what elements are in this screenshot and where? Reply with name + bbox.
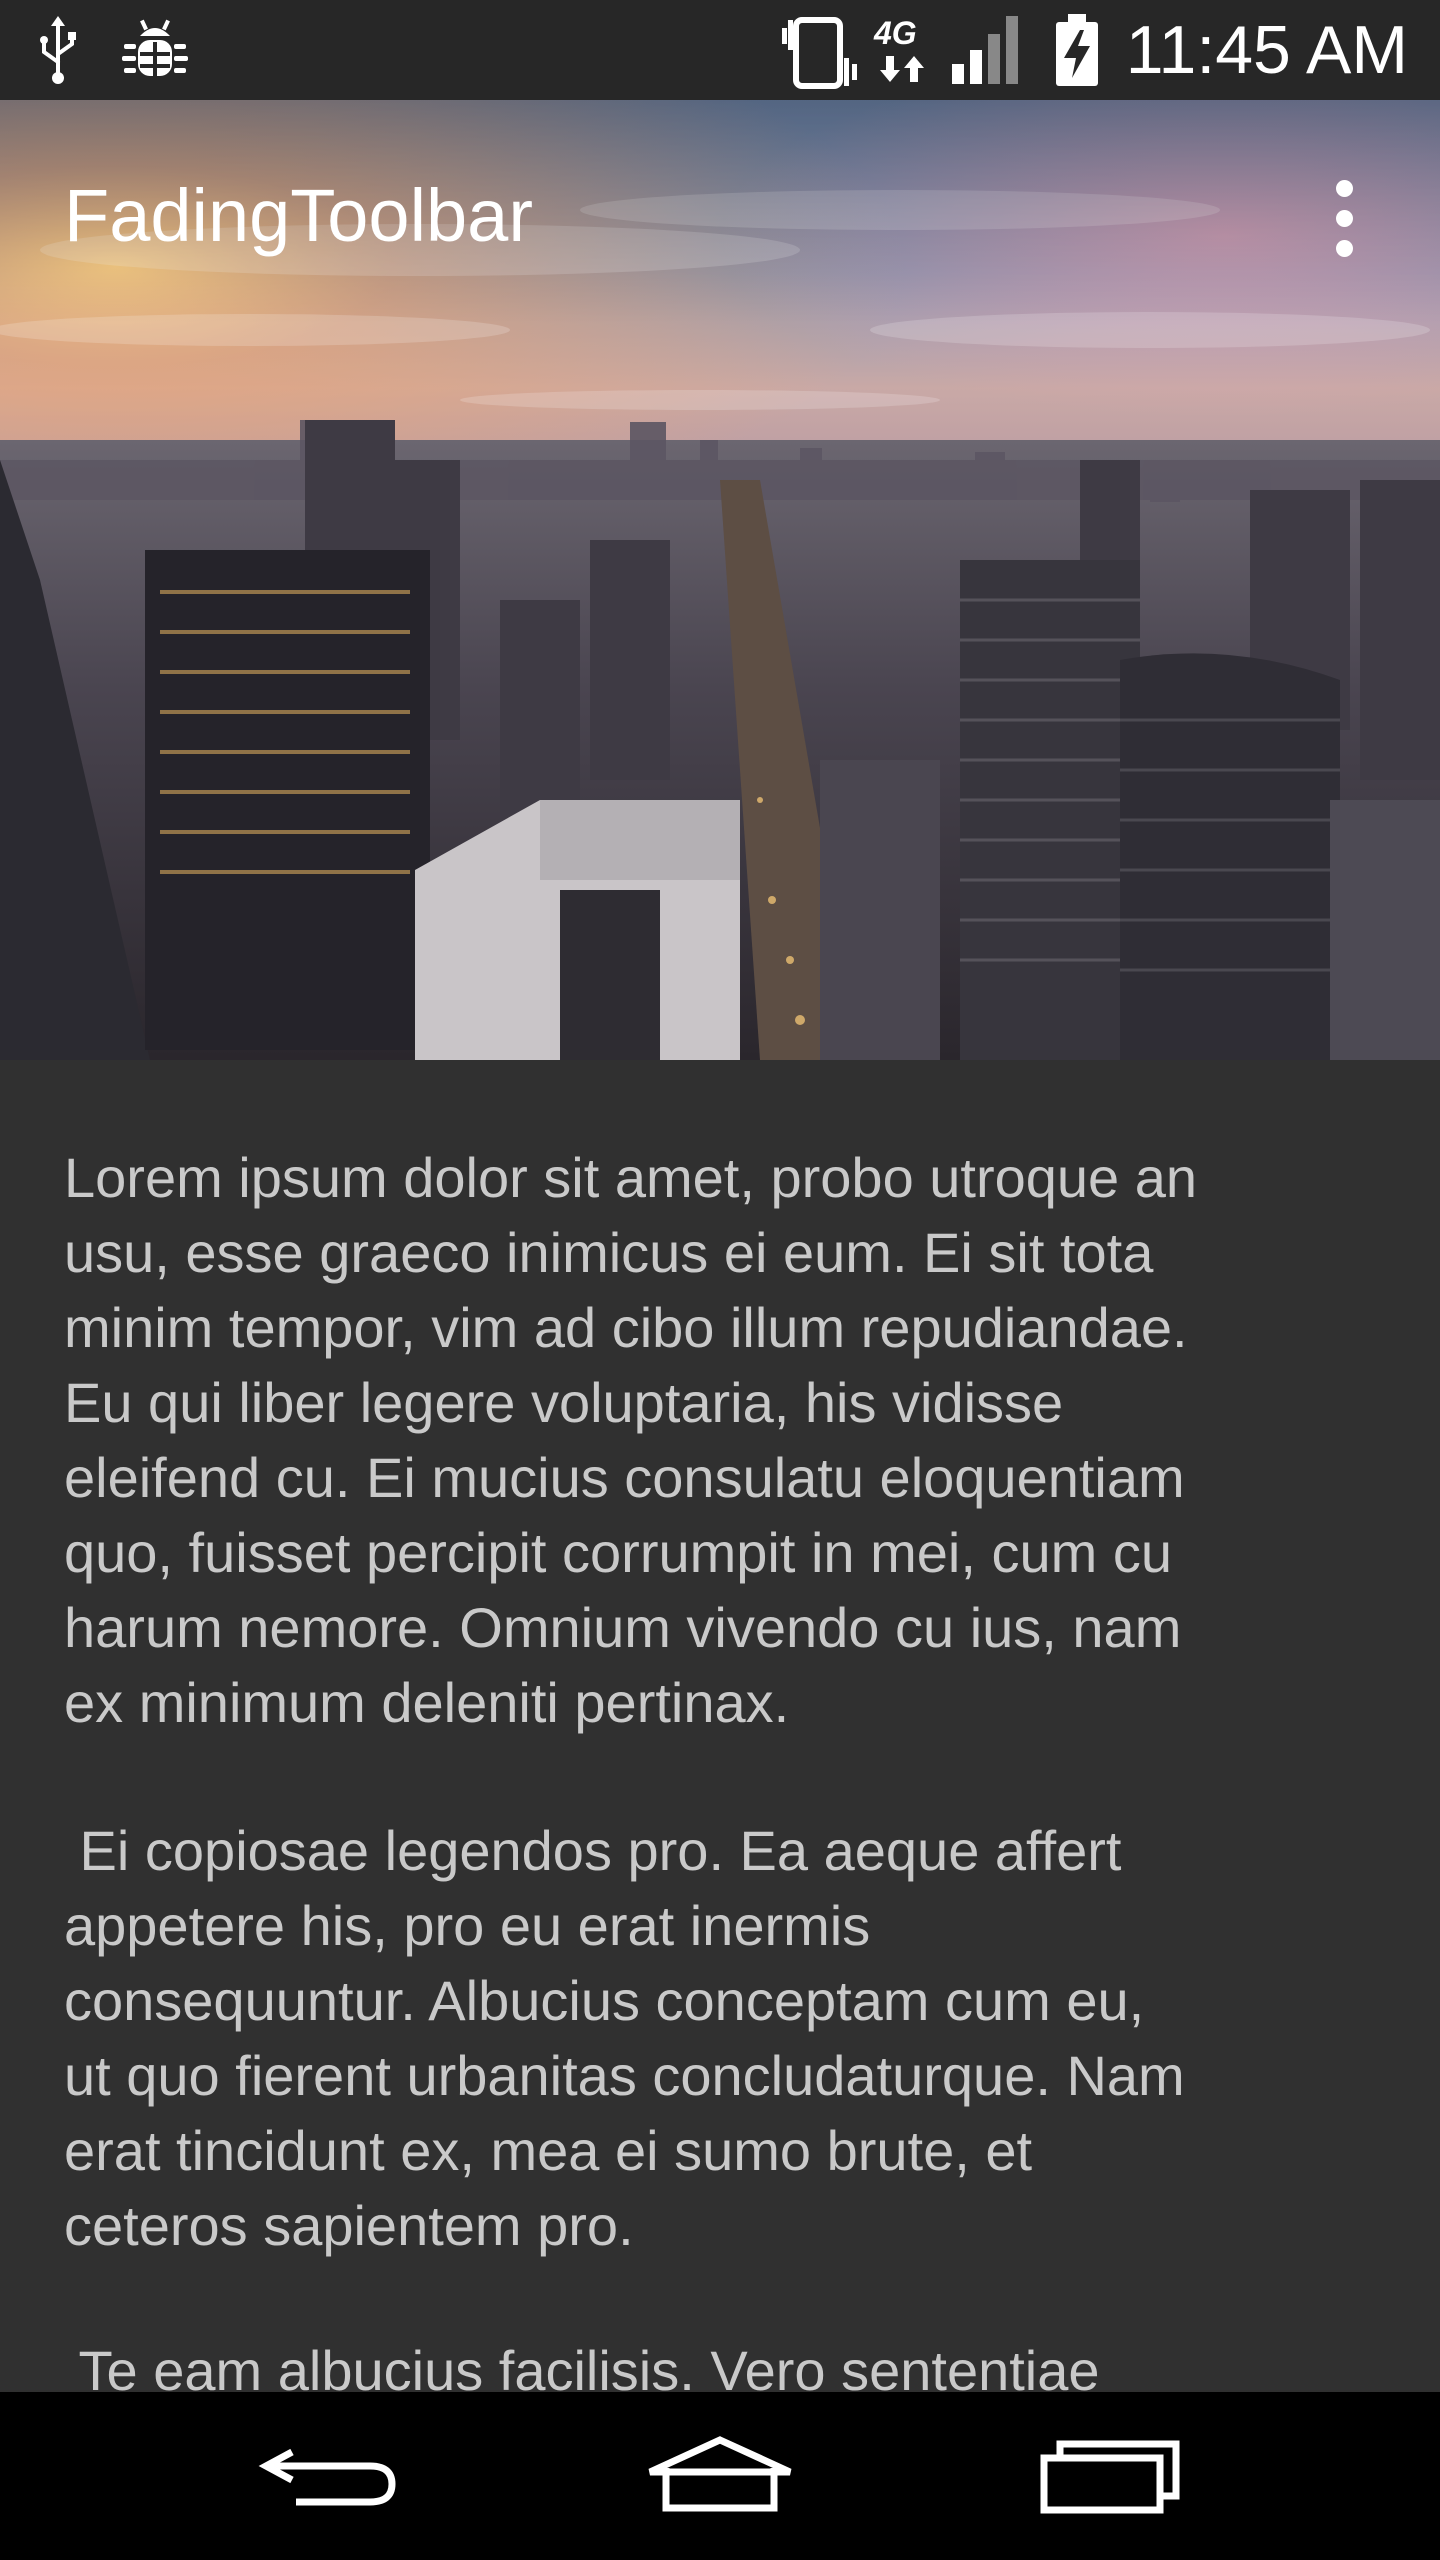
overflow-dot bbox=[1336, 240, 1353, 257]
signal-icon bbox=[952, 16, 1018, 84]
battery-charging-icon bbox=[1056, 14, 1098, 86]
debug-icon bbox=[122, 19, 188, 76]
body-paragraph: Ei copiosae legendos pro. Ea aeque affer… bbox=[64, 1819, 1185, 2257]
body-paragraph: Te eam albucius facilisis. Vero sententi… bbox=[64, 2339, 1100, 2392]
vibrate-icon bbox=[782, 17, 857, 89]
status-clock: 11:45 AM bbox=[1125, 12, 1408, 88]
more-vert-icon[interactable] bbox=[1300, 170, 1388, 274]
overflow-dot bbox=[1336, 180, 1353, 197]
body-paragraph: Lorem ipsum dolor sit amet, probo utroqu… bbox=[64, 1146, 1198, 1734]
back-icon[interactable] bbox=[252, 2428, 412, 2524]
usb-icon bbox=[40, 16, 76, 84]
app-screen: 4G 11:45 AM FadingToolbar Lorem ipsum do… bbox=[0, 0, 1440, 2560]
network-4g-icon: 4G bbox=[872, 12, 934, 92]
scroll-content[interactable]: Lorem ipsum dolor sit amet, probo utroqu… bbox=[0, 1060, 1440, 2392]
overflow-dot bbox=[1336, 210, 1353, 227]
svg-text:4G: 4G bbox=[873, 15, 917, 51]
navigation-bar bbox=[0, 2392, 1440, 2560]
toolbar-title: FadingToolbar bbox=[64, 174, 533, 257]
status-bar: 4G 11:45 AM bbox=[0, 0, 1440, 100]
home-icon[interactable] bbox=[640, 2428, 800, 2524]
app-toolbar: FadingToolbar bbox=[0, 100, 1440, 324]
recents-icon[interactable] bbox=[1030, 2428, 1190, 2524]
